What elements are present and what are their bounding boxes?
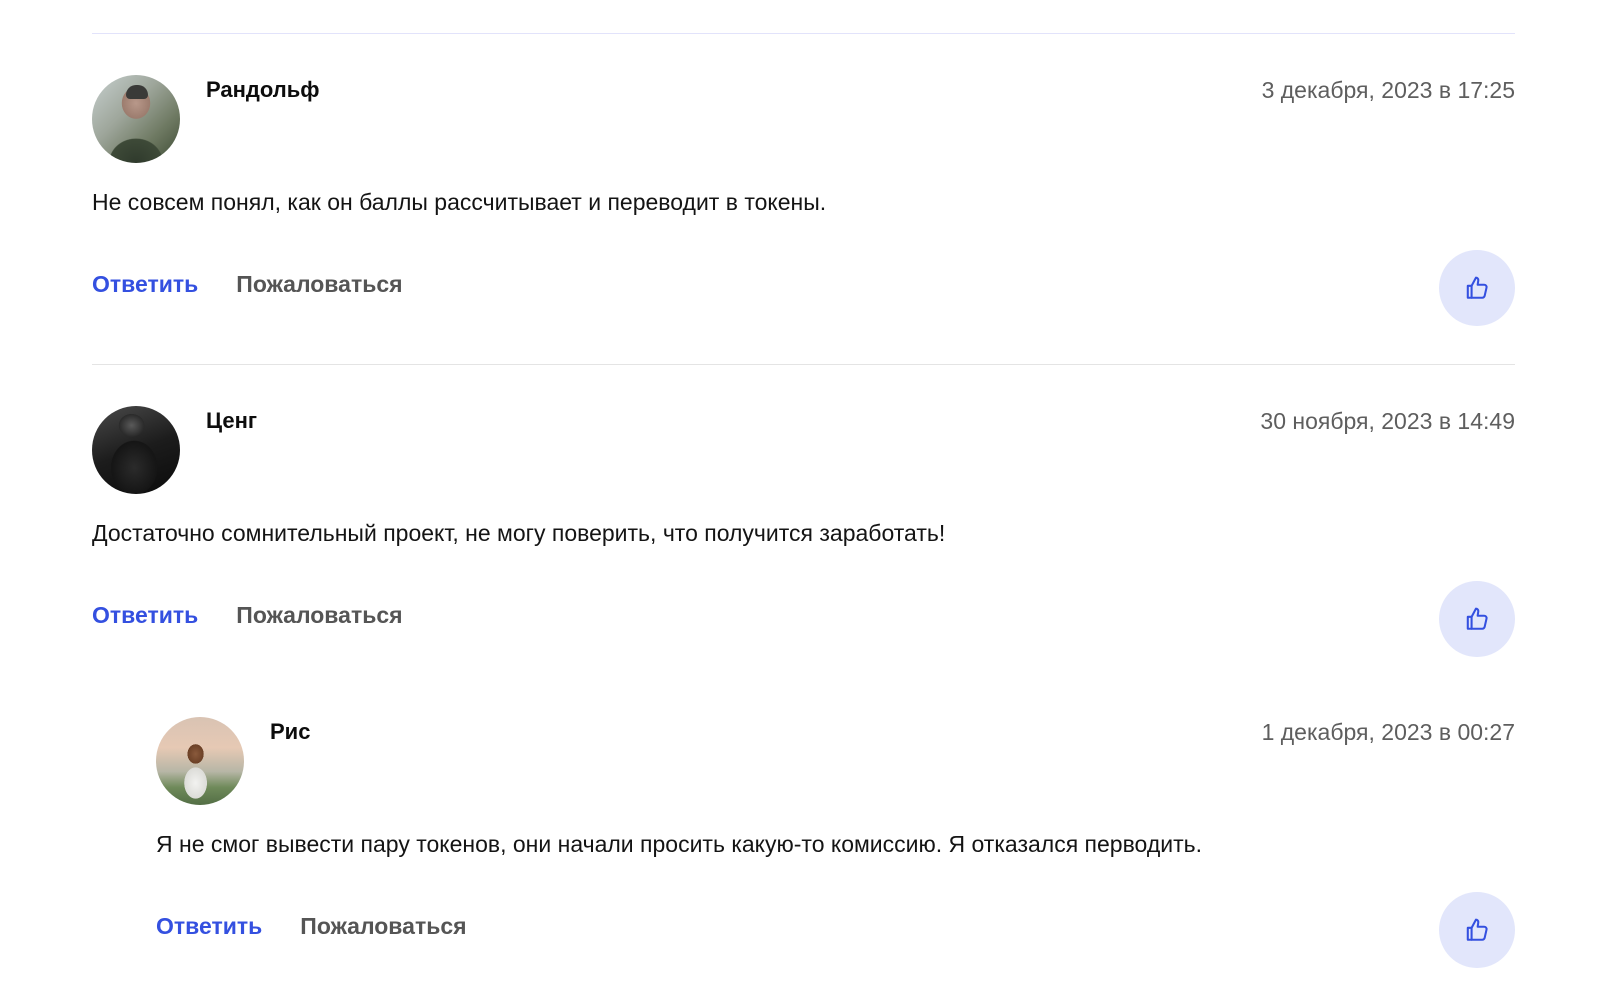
- avatar-detail: [126, 85, 148, 99]
- thumbs-up-icon: [1466, 276, 1488, 299]
- comment-divider: [92, 364, 1515, 365]
- report-button[interactable]: Пожаловаться: [300, 913, 466, 940]
- report-button[interactable]: Пожаловаться: [236, 271, 402, 298]
- top-divider: [92, 33, 1515, 34]
- thumbs-up-icon: [1466, 918, 1488, 941]
- comment-date: 1 декабря, 2023 в 00:27: [1261, 719, 1515, 745]
- comments-section: Рандольф 3 декабря, 2023 в 17:25 Не совс…: [0, 0, 1600, 996]
- like-button[interactable]: [1439, 250, 1515, 326]
- comment-author[interactable]: Ценг: [206, 408, 257, 434]
- report-button[interactable]: Пожаловаться: [236, 602, 402, 629]
- comment-text: Не совсем понял, как он баллы рассчитыва…: [92, 189, 827, 215]
- comment-date: 3 декабря, 2023 в 17:25: [1261, 77, 1515, 103]
- comment-actions: Ответить Пожаловаться: [156, 913, 467, 940]
- avatar[interactable]: [92, 75, 180, 163]
- like-button[interactable]: [1439, 892, 1515, 968]
- comment-author[interactable]: Рандольф: [206, 77, 320, 103]
- comment-actions: Ответить Пожаловаться: [92, 602, 403, 629]
- reply-comment: Рис 1 декабря, 2023 в 00:27 Я не смог вы…: [156, 717, 1515, 972]
- comment-author[interactable]: Рис: [270, 719, 310, 745]
- comment-actions: Ответить Пожаловаться: [92, 271, 403, 298]
- reply-button[interactable]: Ответить: [92, 602, 198, 629]
- comment: Ценг 30 ноября, 2023 в 14:49 Достаточно …: [92, 406, 1515, 661]
- avatar[interactable]: [92, 406, 180, 494]
- like-button[interactable]: [1439, 581, 1515, 657]
- comment-text: Я не смог вывести пару токенов, они нача…: [156, 831, 1203, 857]
- thumbs-up-icon: [1466, 607, 1488, 630]
- comment-text: Достаточно сомнительный проект, не могу …: [92, 520, 946, 546]
- avatar[interactable]: [156, 717, 244, 805]
- reply-button[interactable]: Ответить: [156, 913, 262, 940]
- comment: Рандольф 3 декабря, 2023 в 17:25 Не совс…: [92, 75, 1515, 330]
- reply-button[interactable]: Ответить: [92, 271, 198, 298]
- comment-date: 30 ноября, 2023 в 14:49: [1260, 408, 1515, 434]
